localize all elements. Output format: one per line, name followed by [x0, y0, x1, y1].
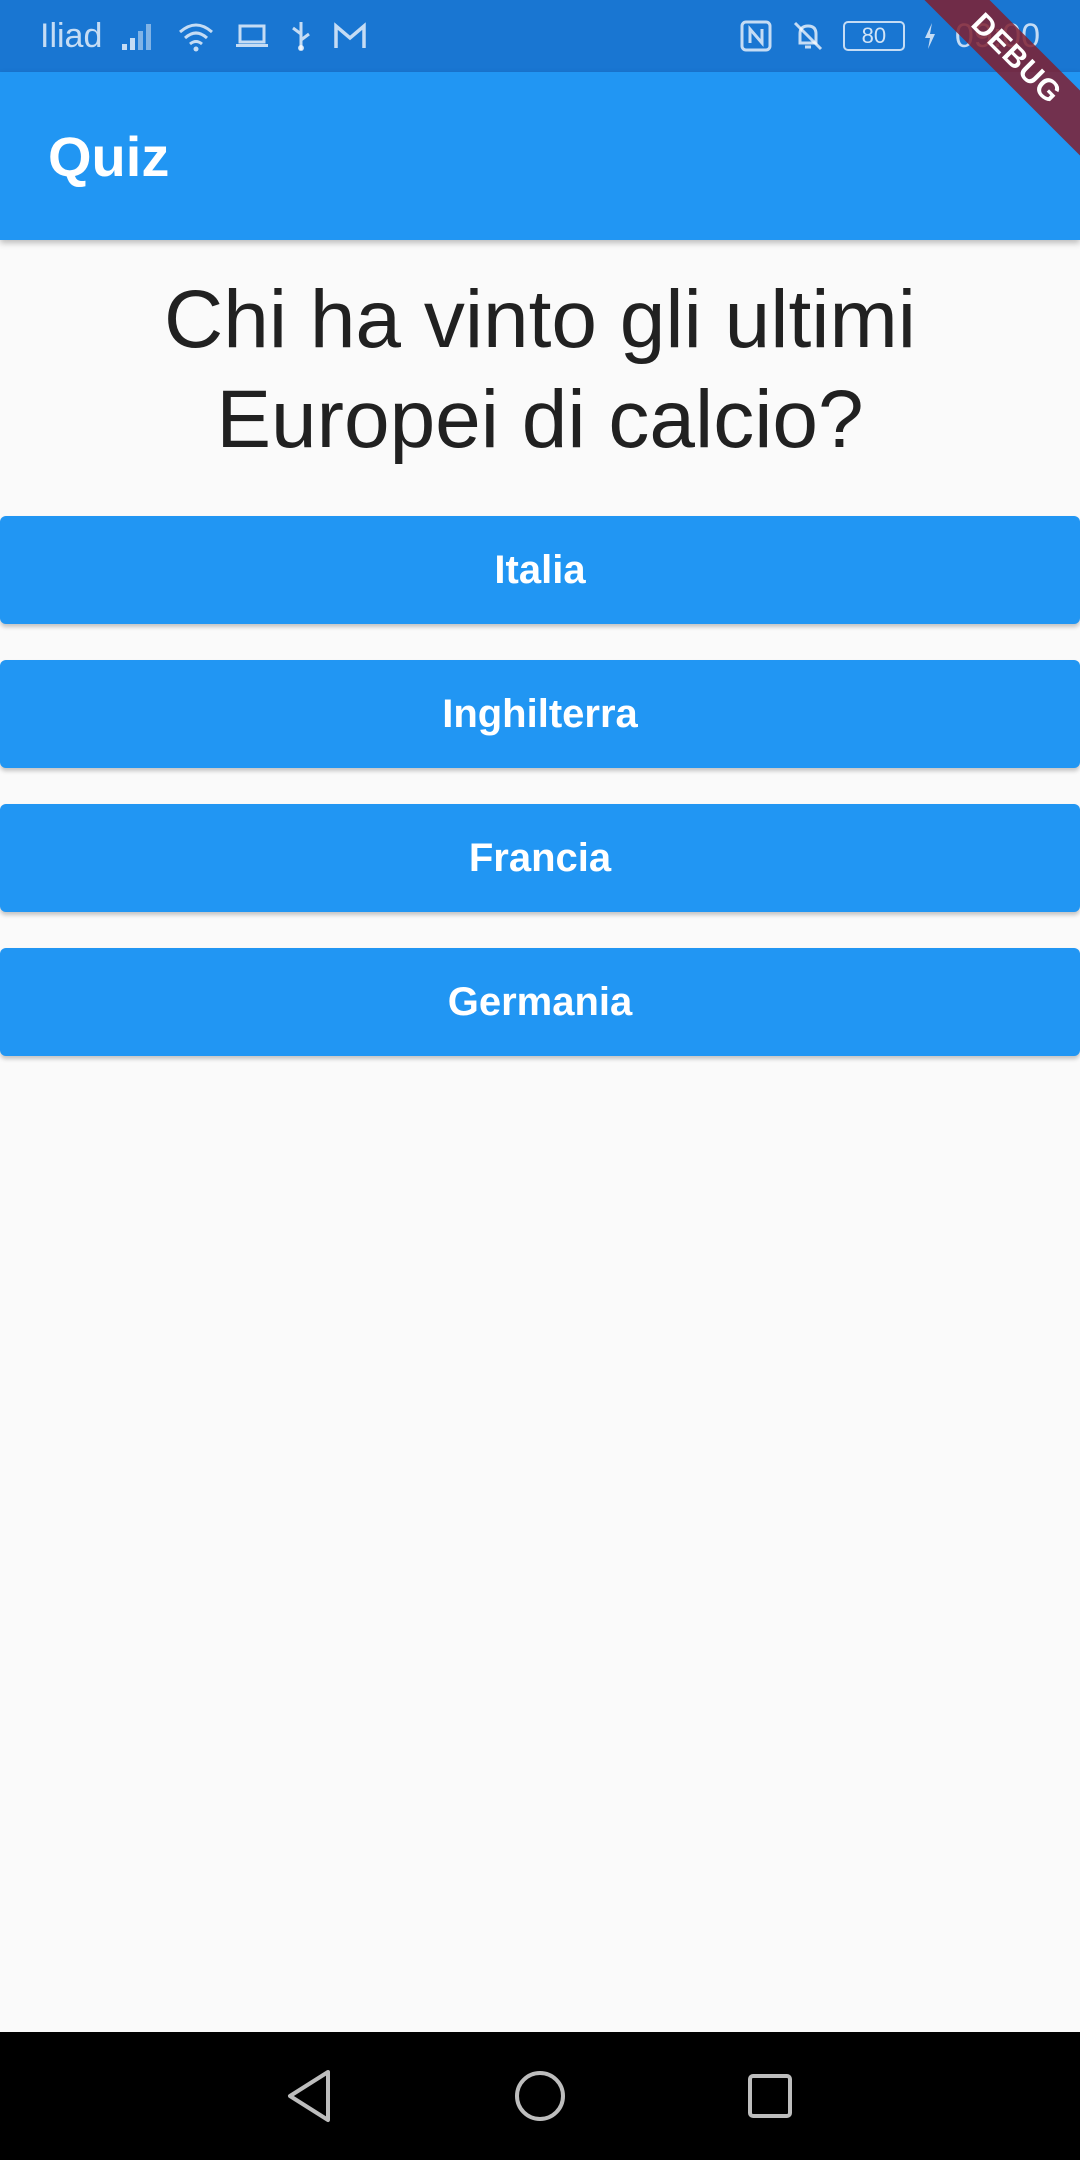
charging-icon: [923, 21, 937, 51]
signal-icon: [120, 20, 158, 52]
navigation-bar: [0, 2032, 1080, 2160]
question-text: Chi ha vinto gli ultimi Europei di calci…: [164, 274, 916, 465]
recents-icon: [748, 2074, 792, 2118]
gmail-icon: [332, 22, 368, 50]
answer-button-inghilterra[interactable]: Inghilterra: [0, 660, 1080, 768]
usb-icon: [288, 20, 314, 52]
answer-button-francia[interactable]: Francia: [0, 804, 1080, 912]
battery-indicator: 80: [842, 21, 905, 51]
status-bar: Iliad 80: [0, 0, 1080, 72]
answer-button-italia[interactable]: Italia: [0, 516, 1080, 624]
app-bar: Quiz: [0, 72, 1080, 240]
notifications-off-icon: [791, 19, 825, 53]
wifi-icon: [176, 20, 216, 52]
nfc-icon: [739, 19, 773, 53]
home-button[interactable]: [425, 2068, 655, 2124]
app-title: Quiz: [48, 124, 170, 188]
answer-button-germania[interactable]: Germania: [0, 948, 1080, 1056]
laptop-icon: [234, 21, 270, 51]
back-icon: [288, 2070, 330, 2122]
back-button[interactable]: [195, 2068, 425, 2124]
status-left: Iliad: [40, 17, 368, 56]
carrier-label: Iliad: [40, 16, 103, 55]
recents-button[interactable]: [655, 2071, 885, 2121]
screen: Iliad 80 DEBUG Quiz Chi ha vinto gli ult…: [0, 0, 1080, 2160]
home-icon: [515, 2071, 565, 2121]
answer-list: Italia Inghilterra Francia Germania: [0, 516, 1080, 1092]
